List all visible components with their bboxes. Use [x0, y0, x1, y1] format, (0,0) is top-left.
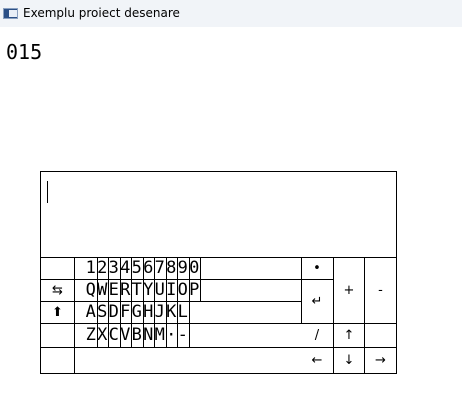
slash-key[interactable]: / — [301, 324, 333, 347]
key-border — [142, 279, 144, 301]
key-border — [177, 257, 178, 279]
key-0-1[interactable]: 2 — [97, 258, 109, 279]
key-border — [165, 279, 167, 301]
key-border — [108, 279, 109, 301]
key-2-1[interactable]: S — [97, 302, 109, 323]
key-border — [142, 301, 144, 323]
arrow-left-key[interactable]: ← — [301, 348, 333, 373]
key-1-3[interactable]: R — [120, 280, 132, 301]
enter-key[interactable]: ↵ — [301, 280, 333, 323]
key-0-6[interactable]: 7 — [154, 258, 166, 279]
key-0-2[interactable]: 3 — [108, 258, 120, 279]
key-border — [131, 301, 132, 323]
key-1-7[interactable]: I — [166, 280, 178, 301]
arrow-right-key[interactable]: → — [365, 348, 396, 373]
window-title: Exemplu proiect desenare — [23, 6, 180, 20]
key-1-2[interactable]: E — [108, 280, 120, 301]
key-3-1[interactable]: X — [97, 324, 109, 347]
key-border — [119, 323, 121, 347]
key-border — [165, 301, 167, 323]
key-1-6[interactable]: U — [154, 280, 166, 301]
key-0-0[interactable]: 1 — [85, 258, 97, 279]
key-2-7[interactable]: K — [166, 302, 178, 323]
key-border — [131, 257, 132, 279]
plus-key[interactable]: + — [334, 258, 364, 323]
key-border — [119, 301, 121, 323]
key-border — [96, 301, 98, 323]
key-2-2[interactable]: D — [108, 302, 120, 323]
key-0-4[interactable]: 5 — [131, 258, 143, 279]
keyboard-display[interactable] — [41, 172, 396, 257]
key-border — [177, 323, 178, 347]
key-2-5[interactable]: H — [143, 302, 155, 323]
space-key[interactable] — [75, 348, 301, 373]
key-0-3[interactable]: 4 — [120, 258, 132, 279]
key-1-0[interactable]: Q — [85, 280, 97, 301]
onscreen-keyboard: 1 2 3 4 5 6 7 8 9 0 Q W E R T Y U I O P A S D F G H J K L Z X C V B N M · - ⇆ ⬆… — [40, 171, 397, 374]
key-border — [165, 323, 167, 347]
key-0-9[interactable]: 0 — [189, 258, 201, 279]
key-border — [96, 279, 98, 301]
key-border — [188, 257, 190, 279]
counter-readout: 015 — [6, 40, 43, 64]
app-window-icon — [3, 8, 18, 19]
key-border — [165, 257, 167, 279]
key-border — [108, 301, 109, 323]
key-3-2[interactable]: C — [108, 324, 120, 347]
key-0-5[interactable]: 6 — [143, 258, 155, 279]
key-border — [96, 257, 98, 279]
key-3-6[interactable]: M — [154, 324, 166, 347]
key-1-5[interactable]: Y — [143, 280, 155, 301]
key-border — [142, 323, 144, 347]
key-border — [119, 279, 121, 301]
key-border — [108, 323, 109, 347]
key-1-4[interactable]: T — [131, 280, 143, 301]
key-border — [154, 323, 155, 347]
key-3-7[interactable]: · — [166, 324, 178, 347]
tab-key[interactable]: ⇆ — [41, 280, 74, 301]
key-2-6[interactable]: J — [154, 302, 166, 323]
key-border — [188, 301, 190, 323]
key-border — [177, 301, 178, 323]
key-3-4[interactable]: B — [131, 324, 143, 347]
key-border — [177, 279, 178, 301]
key-border — [154, 257, 155, 279]
key-2-8[interactable]: L — [177, 302, 189, 323]
blank-key-left[interactable] — [41, 348, 74, 373]
key-1-9[interactable]: P — [189, 280, 201, 301]
key-border — [188, 279, 190, 301]
key-3-5[interactable]: N — [143, 324, 155, 347]
key-2-4[interactable]: G — [131, 302, 143, 323]
key-3-8[interactable]: - — [177, 324, 189, 347]
key-2-0[interactable]: A — [85, 302, 97, 323]
arrow-down-key[interactable]: ↓ — [334, 348, 364, 373]
key-border — [119, 257, 121, 279]
arrow-up-key[interactable]: ↑ — [334, 324, 364, 347]
key-border — [200, 257, 201, 279]
bullet-key[interactable]: • — [301, 258, 333, 279]
key-border — [96, 323, 98, 347]
key-3-3[interactable]: V — [120, 324, 132, 347]
key-1-1[interactable]: W — [97, 280, 109, 301]
key-border — [142, 257, 144, 279]
key-border — [200, 279, 201, 301]
key-0-7[interactable]: 8 — [166, 258, 178, 279]
key-border — [131, 323, 132, 347]
key-border — [188, 323, 190, 347]
minus-key[interactable]: - — [365, 258, 396, 323]
key-border — [154, 279, 155, 301]
key-2-3[interactable]: F — [120, 302, 132, 323]
text-caret — [47, 181, 48, 203]
shift-key[interactable]: ⬆ — [41, 302, 74, 323]
key-border — [108, 257, 109, 279]
key-1-8[interactable]: O — [177, 280, 189, 301]
title-bar: Exemplu proiect desenare — [0, 0, 462, 27]
key-border — [154, 301, 155, 323]
key-border — [131, 279, 132, 301]
key-3-0[interactable]: Z — [85, 324, 97, 347]
key-0-8[interactable]: 9 — [177, 258, 189, 279]
